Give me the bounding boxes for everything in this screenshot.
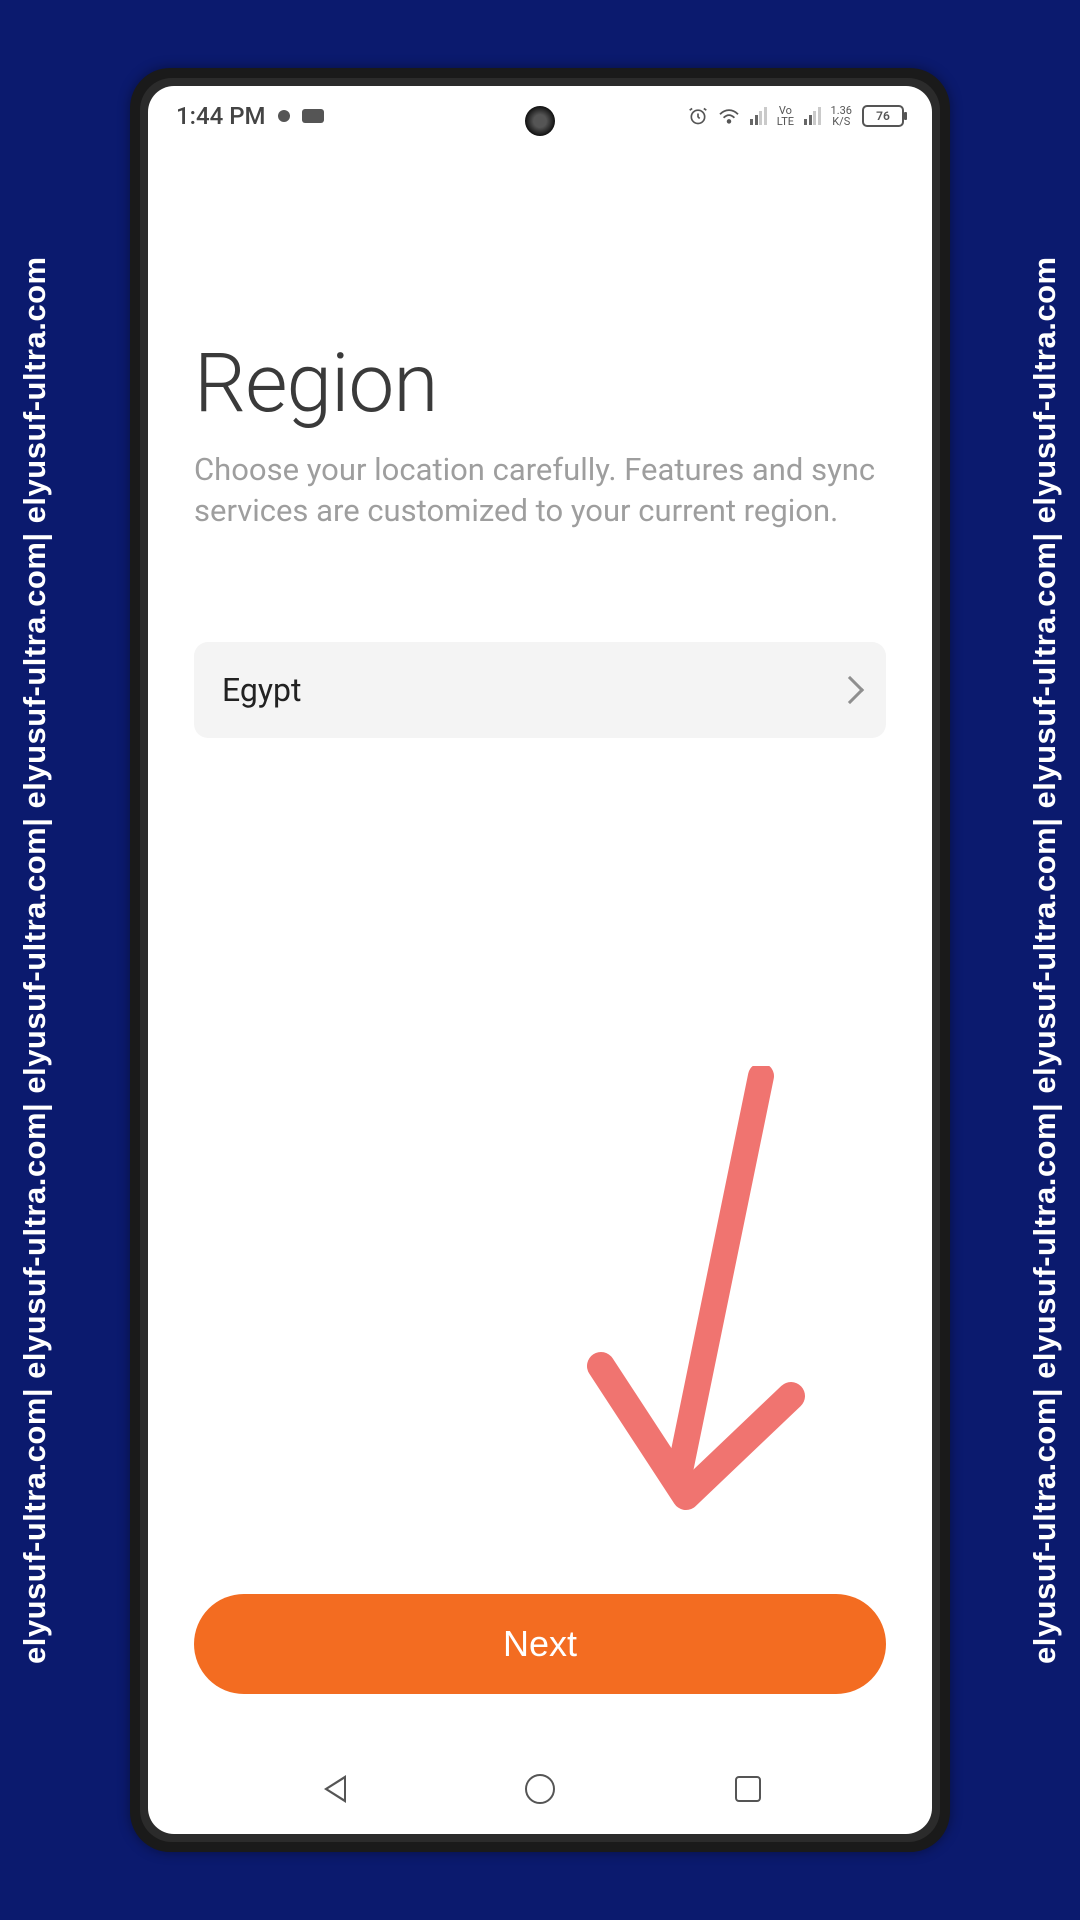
region-selected-label: Egypt xyxy=(222,671,301,709)
region-selector[interactable]: Egypt xyxy=(194,642,886,738)
next-button-label: Next xyxy=(503,1623,577,1665)
page-title: Region xyxy=(194,336,886,432)
next-button[interactable]: Next xyxy=(194,1594,886,1694)
page-subtitle: Choose your location carefully. Features… xyxy=(194,450,886,532)
youtube-notif-icon xyxy=(302,109,324,123)
status-bar-right: VoLTE 1.36 K/S 76 xyxy=(688,105,904,127)
battery-icon: 76 xyxy=(862,105,904,127)
volte-label: VoLTE xyxy=(777,105,794,127)
notification-dot-icon xyxy=(278,110,290,122)
status-bar-left: 1:44 PM xyxy=(176,102,324,130)
signal-icon-1 xyxy=(750,107,767,125)
phone-bezel: 1:44 PM VoLTE 1.36 K/S 76 xyxy=(140,78,940,1842)
watermark-right: elyusuf-ultra.com| elyusuf-ultra.com| el… xyxy=(1010,0,1080,1920)
nav-home-button[interactable] xyxy=(523,1772,557,1806)
status-clock: 1:44 PM xyxy=(176,102,266,130)
phone-screen: 1:44 PM VoLTE 1.36 K/S 76 xyxy=(148,86,932,1834)
nav-recent-button[interactable] xyxy=(731,1772,765,1806)
phone-frame: 1:44 PM VoLTE 1.36 K/S 76 xyxy=(130,68,950,1852)
content-area: Region Choose your location carefully. F… xyxy=(148,146,932,1744)
signal-icon-2 xyxy=(804,107,821,125)
wifi-icon xyxy=(718,107,740,125)
nav-back-button[interactable] xyxy=(315,1772,349,1806)
camera-hole-icon xyxy=(525,106,555,136)
net-speed-label: 1.36 K/S xyxy=(831,105,852,127)
android-nav-bar xyxy=(148,1744,932,1834)
watermark-left: elyusuf-ultra.com| elyusuf-ultra.com| el… xyxy=(0,0,70,1920)
alarm-icon xyxy=(688,106,708,126)
chevron-right-icon xyxy=(836,676,864,704)
